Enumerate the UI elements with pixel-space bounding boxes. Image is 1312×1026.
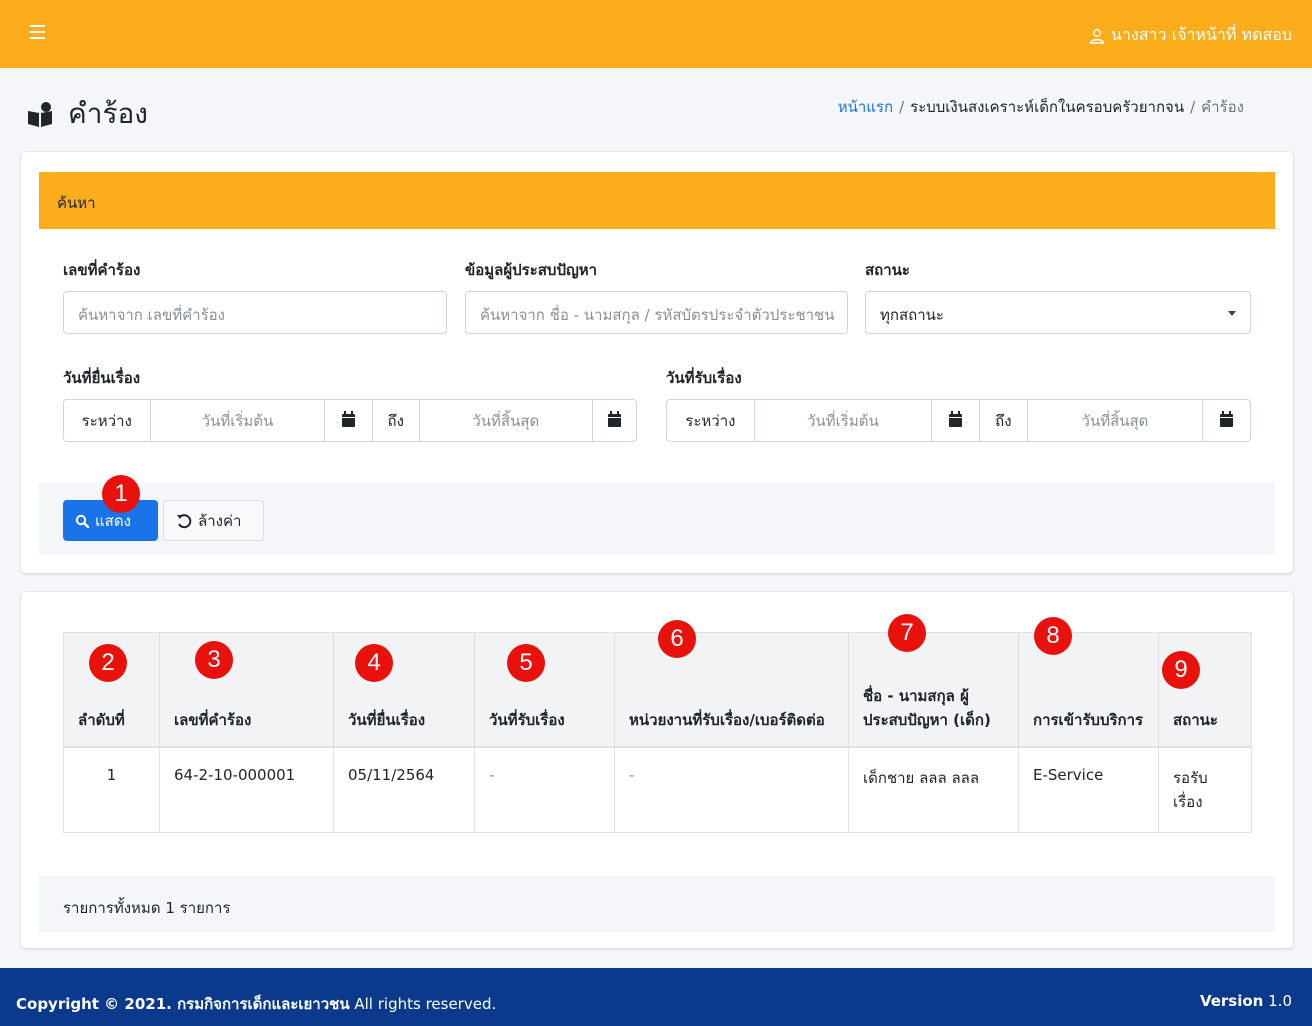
to-addon: ถึง (372, 400, 420, 441)
submit-date-range: ระหว่าง วันที่เริ่มต้น ถึง วันที่สิ้นสุด (63, 399, 637, 442)
column-header[interactable]: ชื่อ - นามสกุล ผู้ประสบปัญหา (เด็ก) (848, 632, 1019, 748)
page-header: คำร้อง หน้าแรก / ระบบเงินสงเคราะห์เด็กในคร… (0, 68, 1312, 149)
calendar-icon[interactable] (1203, 400, 1250, 441)
between-addon: ระหว่าง (64, 400, 151, 441)
status-label: สถานะ (865, 261, 910, 279)
table-cell: E-Service (1018, 746, 1159, 833)
page-footer: Copyright © 2021. กรมกิจการเด็กและเยาวชน… (0, 968, 1312, 1026)
submit-date-label: วันที่ยื่นเรื่อง (63, 369, 141, 387)
annotation-badge: 9 (1162, 651, 1200, 689)
search-card-header: ค้นหา (39, 172, 1275, 229)
annotation-badge: 4 (355, 644, 393, 682)
table-cell: รอรับเรื่อง (1158, 746, 1252, 833)
breadcrumb-home-link[interactable]: หน้าแรก (838, 98, 893, 116)
request-no-label: เลขที่คำร้อง (63, 261, 141, 279)
annotation-badge: 5 (507, 644, 545, 682)
page-title: คำร้อง (24, 92, 148, 136)
annotation-badge: 8 (1034, 617, 1072, 655)
top-navbar: นางสาว เจ้าหน้าที่ ทดสอบ (0, 0, 1312, 68)
person-label: ข้อมูลผู้ประสบปัญหา (465, 261, 598, 279)
results-card: ลำดับที่ เลขที่คำร้อง วันที่ยื่นเรื่อง ว… (21, 592, 1293, 948)
column-header[interactable]: สถานะ (1158, 632, 1252, 748)
request-no-input[interactable]: ค้นหาจาก เลขที่คำร้อง (63, 291, 447, 334)
annotation-badge: 1 (102, 475, 140, 513)
to-addon: ถึง (979, 400, 1028, 441)
table-cell: 64-2-10-000001 (159, 746, 334, 833)
receive-date-label: วันที่รับเรื่อง (666, 369, 742, 387)
receive-end-date-input[interactable]: วันที่สิ้นสุด (1028, 400, 1204, 441)
table-row[interactable]: 1 64-2-10-000001 05/11/2564 - - เด็กชาย … (63, 746, 1252, 833)
annotation-badge: 3 (195, 641, 233, 679)
users-icon (28, 102, 52, 127)
version: Version 1.0 (1199, 992, 1292, 1010)
copyright: Copyright © 2021. กรมกิจการเด็กและเยาวชน… (16, 995, 497, 1013)
undo-icon (177, 513, 192, 528)
table-cell: 05/11/2564 (333, 746, 475, 833)
user-menu[interactable]: นางสาว เจ้าหน้าที่ ทดสอบ (1089, 23, 1292, 48)
between-addon: ระหว่าง (667, 400, 755, 441)
receive-date-range: ระหว่าง วันที่เริ่มต้น ถึง วันที่สิ้นสุด (666, 399, 1251, 442)
breadcrumb-current: คำร้อง (1201, 98, 1244, 116)
annotation-badge: 6 (658, 620, 696, 658)
column-header[interactable]: วันที่ยื่นเรื่อง (333, 632, 475, 748)
column-header[interactable]: วันที่รับเรื่อง (474, 632, 615, 748)
table-cell: - (474, 746, 615, 833)
annotation-badge: 2 (89, 644, 127, 682)
table-cell: เด็กชาย ลลล ลลล (848, 746, 1019, 833)
user-icon (1089, 28, 1105, 44)
search-actions: แสดง ล้างค่า (39, 483, 1275, 554)
person-search-input[interactable]: ค้นหาจาก ชื่อ - นามสกุล / รหัสบัตรประจำต… (465, 291, 848, 334)
submit-end-date-input[interactable]: วันที่สิ้นสุด (420, 400, 593, 441)
column-header[interactable]: หน่วยงานที่รับเรื่อง/เบอร์ติดต่อ (614, 632, 849, 748)
search-card: ค้นหา เลขที่คำร้อง ค้นหาจาก เลขที่คำร้อง… (21, 152, 1293, 573)
search-icon (75, 514, 89, 528)
calendar-icon[interactable] (325, 400, 373, 441)
calendar-icon[interactable] (932, 400, 980, 441)
table-total: รายการทั้งหมด 1 รายการ (39, 876, 1275, 932)
chevron-down-icon (1228, 311, 1236, 316)
receive-start-date-input[interactable]: วันที่เริ่มต้น (755, 400, 933, 441)
breadcrumb-separator: / (899, 98, 905, 116)
breadcrumb-separator: / (1190, 98, 1196, 116)
column-header[interactable]: เลขที่คำร้อง (159, 632, 334, 748)
table-cell: 1 (63, 746, 160, 833)
reset-button[interactable]: ล้างค่า (163, 500, 264, 541)
breadcrumb-section[interactable]: ระบบเงินสงเคราะห์เด็กในครอบครัวยากจน (910, 98, 1184, 116)
submit-start-date-input[interactable]: วันที่เริ่มต้น (151, 400, 326, 441)
status-select[interactable]: ทุกสถานะ (865, 291, 1251, 334)
table-header-row: ลำดับที่ เลขที่คำร้อง วันที่ยื่นเรื่อง ว… (63, 632, 1252, 748)
results-table: ลำดับที่ เลขที่คำร้อง วันที่ยื่นเรื่อง ว… (63, 632, 1252, 833)
table-cell: - (614, 746, 849, 833)
calendar-icon[interactable] (593, 400, 636, 441)
user-name: นางสาว เจ้าหน้าที่ ทดสอบ (1111, 25, 1292, 44)
annotation-badge: 7 (888, 614, 926, 652)
breadcrumb: หน้าแรก / ระบบเงินสงเคราะห์เด็กในครอบครัวย… (838, 95, 1244, 119)
hamburger-icon[interactable] (30, 25, 45, 43)
